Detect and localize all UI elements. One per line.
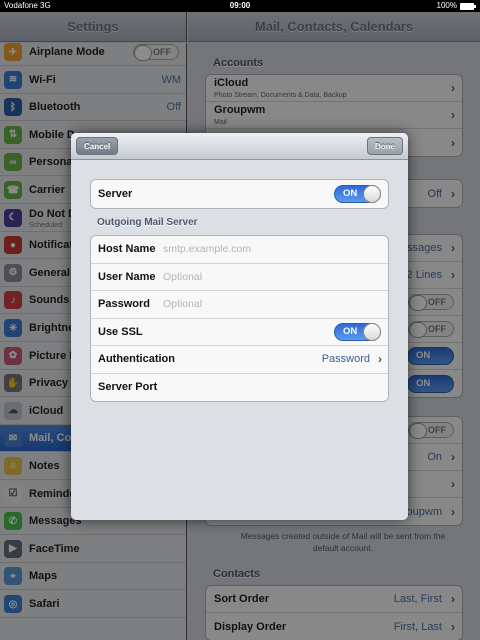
authentication-value: Password [321,353,370,366]
host-name-field[interactable]: smtp.example.com [163,243,251,255]
user-name-field[interactable]: Optional [163,271,202,283]
authentication-label: Authentication [98,353,175,366]
ipad-screen: Vodafone 3G 09:00 100% Settings Mail, Co… [0,0,480,640]
toggle-state: ON [343,187,358,199]
host-name-label: Host Name [98,243,156,256]
password-field[interactable]: Optional [163,298,202,310]
password-label: Password [98,298,150,311]
password-row[interactable]: Password Optional [91,291,388,319]
server-port-row[interactable]: Server Port [91,374,388,402]
outgoing-server-header: Outgoing Mail Server [97,217,198,228]
outgoing-server-group: Host Name smtp.example.com User Name Opt… [90,235,389,402]
outgoing-server-dialog: Cancel Done Server ON Outgoing Mail Serv… [71,133,408,520]
toggle-knob [363,184,381,203]
server-row: Server ON [91,180,388,208]
server-port-label: Server Port [98,381,158,394]
status-time: 09:00 [229,1,251,10]
use-ssl-label: Use SSL [98,325,143,338]
done-button[interactable]: Done [367,137,403,155]
cancel-button[interactable]: Cancel [76,137,119,155]
server-label: Server [98,187,133,200]
user-name-row[interactable]: User Name Optional [91,264,388,291]
toggle-knob [363,322,381,341]
dialog-toolbar: Cancel Done [71,133,408,160]
toggle-state: ON [343,325,358,337]
authentication-row[interactable]: Authentication Password › [91,346,388,374]
battery-icon [460,2,476,10]
use-ssl-row: Use SSL ON [91,319,388,346]
battery-percent: 100% [436,1,457,10]
battery-indicator: 100% [436,0,476,12]
user-name-label: User Name [98,270,156,283]
server-toggle[interactable]: ON [334,184,381,203]
server-group: Server ON [90,179,389,209]
chevron-right-icon: › [378,352,382,367]
use-ssl-toggle[interactable]: ON [334,322,381,341]
status-bar: Vodafone 3G 09:00 100% [0,0,480,12]
host-name-row[interactable]: Host Name smtp.example.com [91,236,388,264]
